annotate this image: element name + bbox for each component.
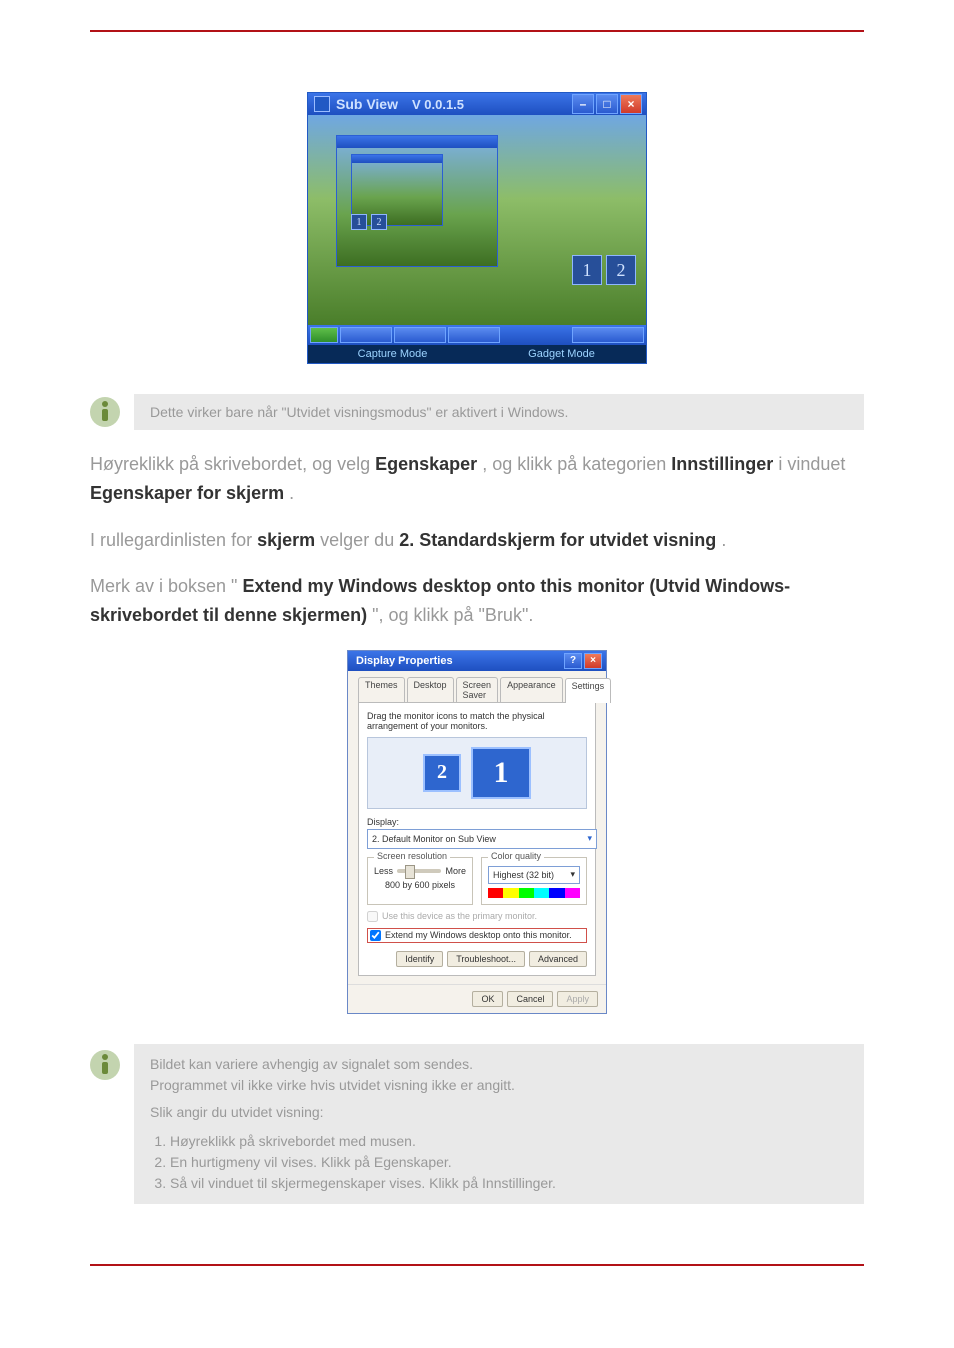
para2-mid: velger du: [320, 530, 399, 550]
dp-apply-button[interactable]: Apply: [557, 991, 598, 1007]
note2-steps-list: Høyreklikk på skrivebordet med musen. En…: [150, 1131, 848, 1194]
minimize-button[interactable]: –: [572, 94, 594, 114]
note-block-1: Dette virker bare når "Utvidet visningsm…: [90, 394, 864, 430]
monitor-1-big: 1: [572, 255, 602, 285]
checkbox-primary[interactable]: [367, 911, 378, 922]
dp-title: Display Properties: [356, 655, 453, 667]
dp-monitor-arrangement[interactable]: 2 1: [367, 737, 587, 809]
dp-hint: Drag the monitor icons to match the phys…: [367, 711, 587, 731]
start-button[interactable]: [310, 327, 338, 343]
slider-thumb[interactable]: [405, 865, 415, 879]
dp-titlebar: Display Properties ? ×: [348, 651, 606, 671]
dp-check-primary[interactable]: Use this device as the primary monitor.: [367, 911, 587, 922]
monitor-2-small: 2: [371, 214, 387, 230]
para1-end: .: [289, 483, 294, 503]
dp-check-extend-label: Extend my Windows desktop onto this moni…: [385, 930, 572, 940]
dp-resolution-slider[interactable]: Less More: [374, 866, 466, 876]
dp-check-primary-label: Use this device as the primary monitor.: [382, 911, 537, 921]
para1-settings: Innstillinger: [671, 454, 773, 474]
dp-cancel-button[interactable]: Cancel: [507, 991, 553, 1007]
dp-close-button[interactable]: ×: [584, 653, 602, 669]
para1-dispprops: Egenskaper for skjerm: [90, 483, 284, 503]
subview-footer: Capture Mode Gadget Mode: [308, 345, 646, 363]
para2-secondary: 2. Standardskjerm for utvidet visning: [399, 530, 716, 550]
subview-title: Sub View: [336, 96, 398, 112]
top-divider: [90, 30, 864, 32]
dp-display-value: 2. Default Monitor on Sub View: [372, 834, 496, 844]
chevron-down-icon: ▾: [570, 869, 575, 880]
inner-window-large: 1 2: [336, 135, 498, 267]
dp-q-legend: Color quality: [488, 851, 544, 861]
note2-step-2: En hurtigmeny vil vises. Klikk på Egensk…: [170, 1152, 848, 1173]
systray[interactable]: [572, 327, 644, 343]
color-bar: [488, 888, 580, 898]
dp-check-extend[interactable]: Extend my Windows desktop onto this moni…: [367, 928, 587, 943]
para2-end: .: [721, 530, 726, 550]
footer-capture-mode: Capture Mode: [308, 345, 477, 363]
chevron-down-icon: ▾: [587, 833, 592, 844]
instructions-block: Høyreklikk på skrivebordet, og velg Egen…: [90, 450, 864, 630]
dp-res-more: More: [445, 866, 466, 876]
note2-line2: Programmet vil ikke virke hvis utvidet v…: [150, 1075, 848, 1096]
footer-gadget-mode: Gadget Mode: [477, 345, 646, 363]
dp-tabs: Themes Desktop Screen Saver Appearance S…: [358, 677, 596, 703]
tab-settings[interactable]: Settings: [565, 678, 612, 703]
info-icon: [90, 397, 120, 427]
subview-window-illustration: Sub View V 0.0.1.5 – □ × 1 2: [90, 92, 864, 364]
taskbar-item[interactable]: [394, 327, 446, 343]
taskbar-item[interactable]: [448, 327, 500, 343]
dp-quality-select[interactable]: Highest (32 bit) ▾: [488, 866, 580, 884]
dp-res-less: Less: [374, 866, 393, 876]
checkbox-extend[interactable]: [370, 930, 381, 941]
close-button[interactable]: ×: [620, 94, 642, 114]
tab-themes[interactable]: Themes: [358, 677, 405, 702]
para1-properties: Egenskaper: [375, 454, 477, 474]
taskbar-item[interactable]: [340, 327, 392, 343]
subview-version: V 0.0.1.5: [412, 97, 464, 112]
para2-screen: skjerm: [257, 530, 315, 550]
monitor-2-big: 2: [606, 255, 636, 285]
subview-taskbar: [308, 325, 646, 345]
dp-troubleshoot-button[interactable]: Troubleshoot...: [447, 951, 525, 967]
tab-desktop[interactable]: Desktop: [407, 677, 454, 702]
dp-monitor-2[interactable]: 2: [423, 754, 461, 792]
note-block-2: Bildet kan variere avhengig av signalet …: [90, 1044, 864, 1204]
info-icon: [90, 1050, 120, 1080]
dp-res-value: 800 by 600 pixels: [374, 880, 466, 890]
note2-line1: Bildet kan variere avhengig av signalet …: [150, 1054, 848, 1075]
dp-resolution-group: Screen resolution Less More 800 by 600 p…: [367, 857, 473, 905]
monitor-pair-big: 1 2: [572, 255, 636, 285]
dp-help-button[interactable]: ?: [564, 653, 582, 669]
tab-appearance[interactable]: Appearance: [500, 677, 563, 702]
note2-step-3: Så vil vinduet til skjermegenskaper vise…: [170, 1173, 848, 1194]
dp-ok-button[interactable]: OK: [472, 991, 503, 1007]
dp-display-select[interactable]: 2. Default Monitor on Sub View ▾: [367, 829, 597, 849]
dp-display-label: Display:: [367, 817, 587, 827]
dp-monitor-1[interactable]: 1: [471, 747, 531, 799]
app-icon: [314, 96, 330, 112]
note2-step-1: Høyreklikk på skrivebordet med musen.: [170, 1131, 848, 1152]
subview-body: 1 2 1 2: [308, 115, 646, 325]
note2-steps-intro: Slik angir du utvidet visning:: [150, 1102, 848, 1123]
para1-mid1: , og klikk på kategorien: [482, 454, 671, 474]
para3-end: ", og klikk på "Bruk".: [372, 605, 533, 625]
dp-q-value: Highest (32 bit): [493, 870, 554, 880]
para1-mid2: i vinduet: [778, 454, 845, 474]
display-properties-illustration: Display Properties ? × Themes Desktop Sc…: [90, 650, 864, 1014]
dp-quality-group: Color quality Highest (32 bit) ▾: [481, 857, 587, 905]
monitor-1-small: 1: [351, 214, 367, 230]
tab-screensaver[interactable]: Screen Saver: [456, 677, 499, 702]
para3-prefix: Merk av i boksen ": [90, 576, 237, 596]
monitor-pair-small: 1 2: [351, 214, 387, 230]
dp-advanced-button[interactable]: Advanced: [529, 951, 587, 967]
subview-titlebar: Sub View V 0.0.1.5 – □ ×: [308, 93, 646, 115]
para2-prefix: I rullegardinlisten for: [90, 530, 257, 550]
note-1-text: Dette virker bare når "Utvidet visningsm…: [150, 404, 568, 420]
dp-res-legend: Screen resolution: [374, 851, 450, 861]
bottom-divider: [90, 1264, 864, 1266]
dp-identify-button[interactable]: Identify: [396, 951, 443, 967]
maximize-button[interactable]: □: [596, 94, 618, 114]
para1-prefix: Høyreklikk på skrivebordet, og velg: [90, 454, 375, 474]
